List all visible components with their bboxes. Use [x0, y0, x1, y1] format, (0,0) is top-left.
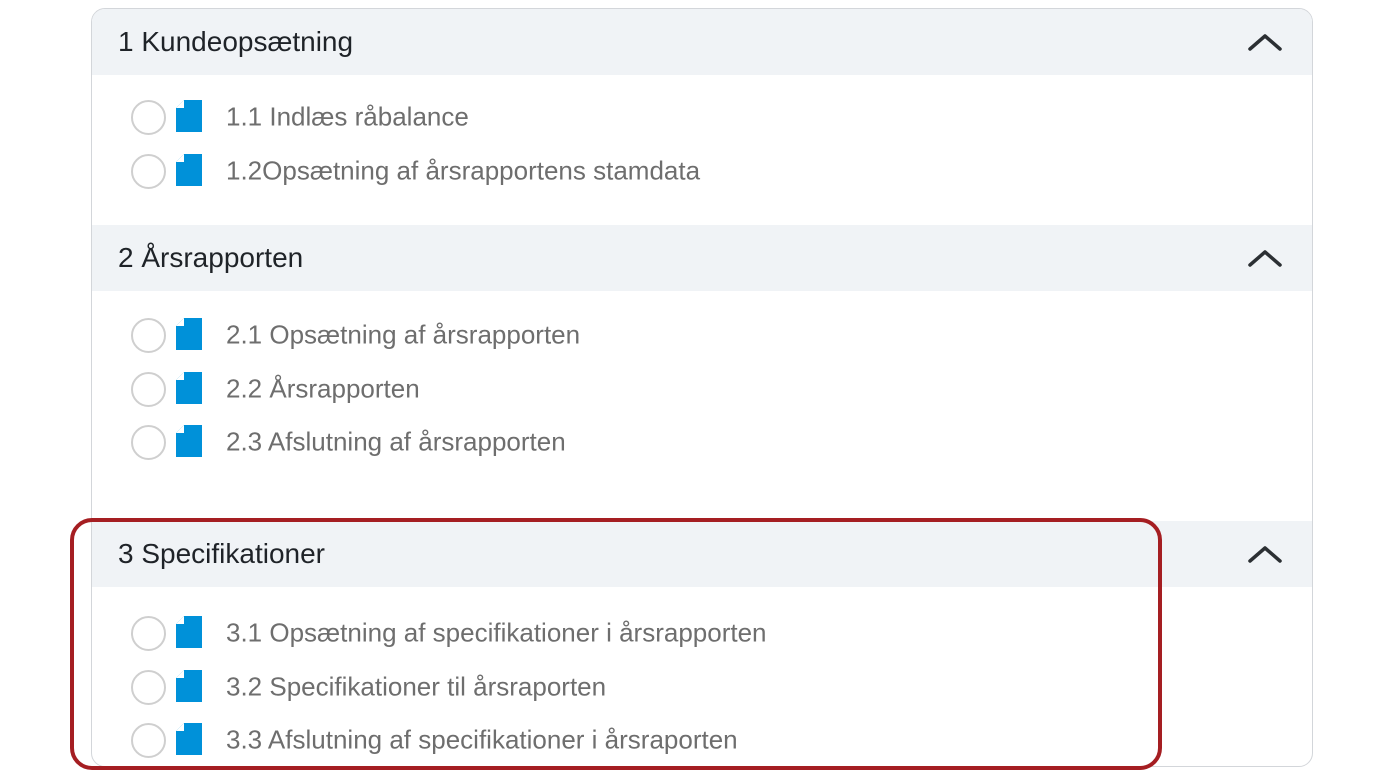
chevron-up-icon[interactable]	[1247, 32, 1283, 52]
task-item-3-1[interactable]: 3.1 Opsætning af specifikationer i årsra…	[92, 610, 1312, 656]
section-header-aarsrapporten[interactable]: 2 Årsrapporten	[92, 225, 1312, 291]
document-icon	[176, 318, 202, 350]
task-item-2-2[interactable]: 2.2 Årsrapporten	[92, 366, 1312, 412]
task-label[interactable]: 2.2 Årsrapporten	[226, 374, 420, 405]
document-icon	[176, 723, 202, 755]
status-circle-icon[interactable]	[131, 616, 166, 651]
document-icon	[176, 425, 202, 457]
task-label[interactable]: 1.2Opsætning af årsrapportens stamdata	[226, 156, 700, 187]
task-item-3-2[interactable]: 3.2 Specifikationer til årsraporten	[92, 664, 1312, 710]
task-label[interactable]: 3.1 Opsætning af specifikationer i årsra…	[226, 618, 767, 649]
task-item-1-1[interactable]: 1.1 Indlæs råbalance	[92, 94, 1312, 140]
task-label[interactable]: 3.3 Afslutning af specifikationer i årsr…	[226, 725, 738, 756]
status-circle-icon[interactable]	[131, 100, 166, 135]
task-list-panel: 1 Kundeopsætning 1.1 Indlæs råbalance 1.…	[91, 8, 1313, 767]
chevron-up-icon[interactable]	[1247, 544, 1283, 564]
task-item-3-3[interactable]: 3.3 Afslutning af specifikationer i årsr…	[92, 717, 1312, 763]
status-circle-icon[interactable]	[131, 318, 166, 353]
task-label[interactable]: 1.1 Indlæs råbalance	[226, 102, 469, 133]
task-item-2-1[interactable]: 2.1 Opsætning af årsrapporten	[92, 312, 1312, 358]
task-item-1-2[interactable]: 1.2Opsætning af årsrapportens stamdata	[92, 148, 1312, 194]
section-title: 3 Specifikationer	[118, 538, 326, 569]
document-icon	[176, 100, 202, 132]
section-title: 2 Årsrapporten	[118, 242, 304, 273]
task-label[interactable]: 2.1 Opsætning af årsrapporten	[226, 320, 580, 351]
document-icon	[176, 154, 202, 186]
task-item-2-3[interactable]: 2.3 Afslutning af årsrapporten	[92, 419, 1312, 465]
document-icon	[176, 372, 202, 404]
chevron-up-icon[interactable]	[1247, 248, 1283, 268]
status-circle-icon[interactable]	[131, 154, 166, 189]
status-circle-icon[interactable]	[131, 723, 166, 758]
task-label[interactable]: 3.2 Specifikationer til årsraporten	[226, 672, 606, 703]
section-header-kundeopsaetning[interactable]: 1 Kundeopsætning	[92, 9, 1312, 75]
section-header-specifikationer[interactable]: 3 Specifikationer	[92, 521, 1312, 587]
document-icon	[176, 670, 202, 702]
status-circle-icon[interactable]	[131, 670, 166, 705]
document-icon	[176, 616, 202, 648]
status-circle-icon[interactable]	[131, 425, 166, 460]
section-title: 1 Kundeopsætning	[118, 26, 354, 57]
status-circle-icon[interactable]	[131, 372, 166, 407]
task-label[interactable]: 2.3 Afslutning af årsrapporten	[226, 427, 566, 458]
